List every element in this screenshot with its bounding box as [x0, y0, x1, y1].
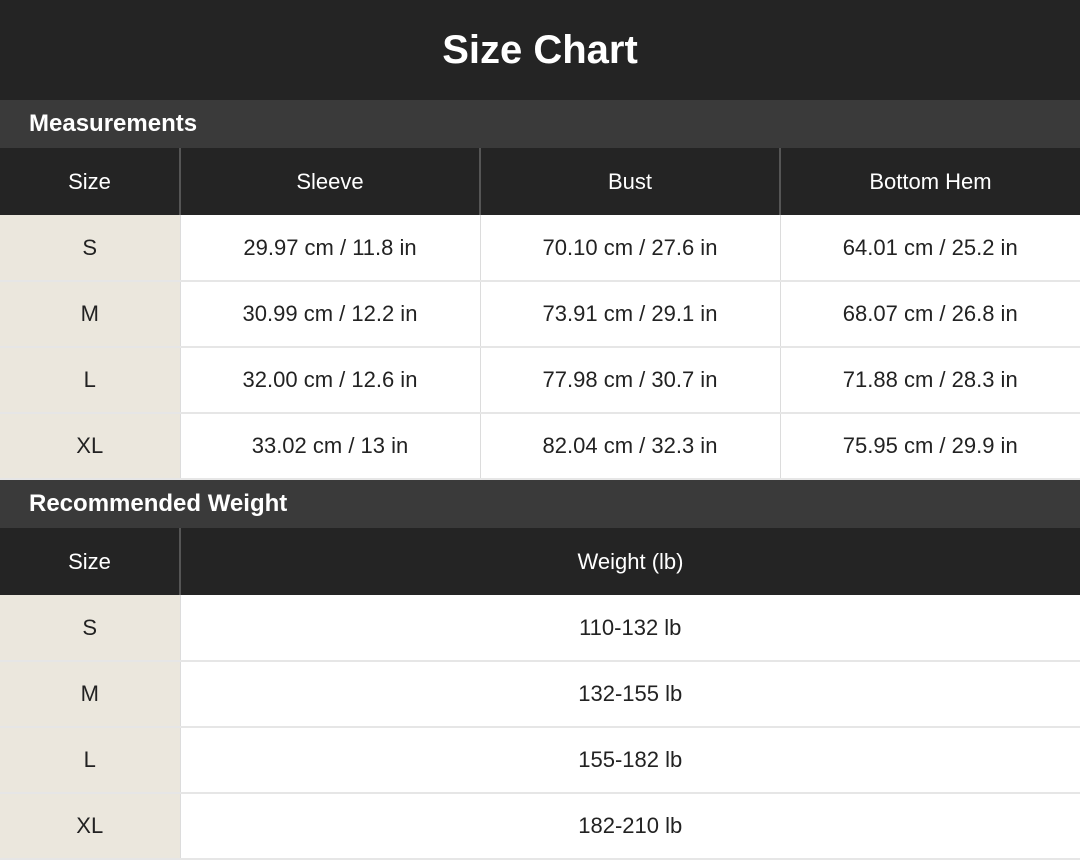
size-cell: M: [0, 661, 180, 728]
size-cell: XL: [0, 793, 180, 860]
table-row: M 30.99 cm / 12.2 in 73.91 cm / 29.1 in …: [0, 281, 1080, 348]
size-cell: L: [0, 727, 180, 794]
measurements-table: Size Sleeve Bust Bottom Hem S 29.97 cm /…: [0, 148, 1080, 480]
weight-header-row: Size Weight (lb): [0, 528, 1080, 595]
column-header-size: Size: [0, 148, 180, 215]
table-row: M 132-155 lb: [0, 661, 1080, 728]
table-row: XL 182-210 lb: [0, 793, 1080, 860]
sleeve-cell: 32.00 cm / 12.6 in: [179, 347, 480, 414]
table-row: L 155-182 lb: [0, 727, 1080, 794]
bottom-hem-cell: 71.88 cm / 28.3 in: [779, 347, 1080, 414]
bottom-hem-cell: 68.07 cm / 26.8 in: [779, 281, 1080, 348]
size-cell: S: [0, 595, 180, 662]
weight-section-heading: Recommended Weight: [0, 480, 1080, 528]
column-header-bottom-hem: Bottom Hem: [779, 148, 1080, 215]
table-row: S 29.97 cm / 11.8 in 70.10 cm / 27.6 in …: [0, 215, 1080, 282]
size-cell: M: [0, 281, 180, 348]
size-chart-page: Size Chart Measurements Size Sleeve Bust…: [0, 0, 1080, 860]
column-header-weight: Weight (lb): [179, 528, 1080, 595]
bottom-hem-cell: 75.95 cm / 29.9 in: [779, 413, 1080, 480]
bust-cell: 82.04 cm / 32.3 in: [479, 413, 780, 480]
measurements-section-heading: Measurements: [0, 100, 1080, 148]
weight-cell: 155-182 lb: [179, 727, 1080, 794]
column-header-bust: Bust: [479, 148, 780, 215]
bottom-hem-cell: 64.01 cm / 25.2 in: [779, 215, 1080, 282]
table-row: XL 33.02 cm / 13 in 82.04 cm / 32.3 in 7…: [0, 413, 1080, 480]
sleeve-cell: 33.02 cm / 13 in: [179, 413, 480, 480]
bust-cell: 73.91 cm / 29.1 in: [479, 281, 780, 348]
bust-cell: 77.98 cm / 30.7 in: [479, 347, 780, 414]
sleeve-cell: 29.97 cm / 11.8 in: [179, 215, 480, 282]
weight-cell: 182-210 lb: [179, 793, 1080, 860]
size-cell: L: [0, 347, 180, 414]
measurements-header-row: Size Sleeve Bust Bottom Hem: [0, 148, 1080, 215]
size-cell: XL: [0, 413, 180, 480]
page-title: Size Chart: [442, 27, 638, 72]
column-header-sleeve: Sleeve: [179, 148, 480, 215]
weight-table: Size Weight (lb) S 110-132 lb M 132-155 …: [0, 528, 1080, 860]
table-row: S 110-132 lb: [0, 595, 1080, 662]
size-cell: S: [0, 215, 180, 282]
bust-cell: 70.10 cm / 27.6 in: [479, 215, 780, 282]
weight-cell: 110-132 lb: [179, 595, 1080, 662]
sleeve-cell: 30.99 cm / 12.2 in: [179, 281, 480, 348]
weight-cell: 132-155 lb: [179, 661, 1080, 728]
column-header-size: Size: [0, 528, 180, 595]
table-row: L 32.00 cm / 12.6 in 77.98 cm / 30.7 in …: [0, 347, 1080, 414]
title-bar: Size Chart: [0, 0, 1080, 100]
